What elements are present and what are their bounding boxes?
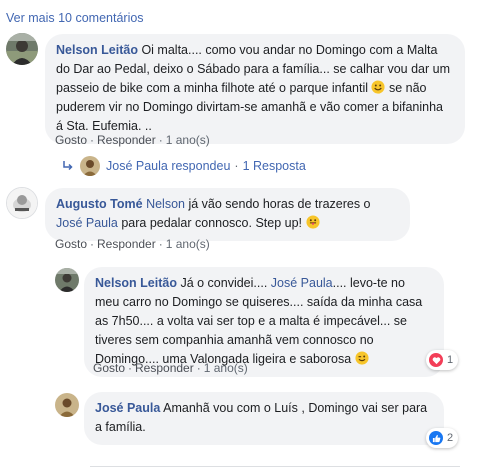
separator-dot: · xyxy=(196,361,201,375)
comment-timestamp[interactable]: 1 ano(s) xyxy=(166,237,210,251)
avatar[interactable] xyxy=(55,393,79,417)
reply-button[interactable]: Responder xyxy=(97,237,156,251)
reply-button[interactable]: Responder xyxy=(135,361,194,375)
replies-count[interactable]: 1 Resposta xyxy=(243,159,306,173)
like-button[interactable]: Gosto xyxy=(55,237,87,251)
tongue-emoji xyxy=(305,215,320,229)
like-icon xyxy=(429,431,443,445)
replies-author[interactable]: José Paula respondeu xyxy=(106,159,230,173)
avatar-photo-icon xyxy=(7,188,37,218)
avatar[interactable] xyxy=(6,33,38,65)
avatar-photo-icon xyxy=(6,33,38,65)
reaction-count[interactable]: 2 xyxy=(426,428,459,448)
separator-dot: · xyxy=(90,237,95,251)
separator-dot: · xyxy=(234,159,239,173)
divider xyxy=(90,466,460,467)
reply-button[interactable]: Responder xyxy=(97,133,156,147)
avatar xyxy=(80,156,100,176)
wink-emoji xyxy=(355,351,369,365)
avatar-photo-icon xyxy=(55,393,79,417)
comment-bubble: Augusto Tomé Nelson já vão sendo horas d… xyxy=(45,188,410,241)
reaction-count[interactable]: 1 xyxy=(426,350,459,370)
comment-text-cont: para pedalar connosco. Step up! xyxy=(117,216,306,230)
comment-timestamp[interactable]: 1 ano(s) xyxy=(204,361,248,375)
smile-emoji xyxy=(371,80,386,94)
like-button[interactable]: Gosto xyxy=(93,361,125,375)
like-button[interactable]: Gosto xyxy=(55,133,87,147)
mention-link[interactable]: José Paula xyxy=(56,216,118,230)
view-replies-link[interactable]: José Paula respondeu · 1 Resposta xyxy=(62,156,306,176)
reaction-number: 2 xyxy=(447,432,454,444)
comment-timestamp[interactable]: 1 ano(s) xyxy=(166,133,210,147)
separator-dot: · xyxy=(128,361,133,375)
mention-link[interactable]: Nelson xyxy=(146,197,185,211)
reply-arrow-icon xyxy=(63,161,73,171)
comment-actions: Gosto · Responder · 1 ano(s) xyxy=(55,133,210,147)
comment-bubble: Nelson Leitão Oi malta.... como vou anda… xyxy=(45,34,465,144)
comment-author[interactable]: Augusto Tomé xyxy=(56,197,143,211)
avatar[interactable] xyxy=(55,268,79,292)
separator-dot: · xyxy=(158,133,163,147)
separator-dot: · xyxy=(90,133,95,147)
comment-actions: Gosto · Responder · 1 ano(s) xyxy=(93,361,248,375)
comment-actions: Gosto · Responder · 1 ano(s) xyxy=(55,237,210,251)
avatar[interactable] xyxy=(6,187,38,219)
comment-bubble: José Paula Amanhã vou com o Luís , Domin… xyxy=(84,392,444,445)
comment-author[interactable]: Nelson Leitão xyxy=(56,43,138,57)
avatar-photo-icon xyxy=(80,156,100,176)
comment-text: já vão sendo horas de trazeres o xyxy=(184,197,371,211)
separator-dot: · xyxy=(158,237,163,251)
view-more-comments-link[interactable]: Ver mais 10 comentários xyxy=(6,11,144,25)
comment-author[interactable]: Nelson Leitão xyxy=(95,276,177,290)
comment-author[interactable]: José Paula xyxy=(95,401,160,415)
avatar-photo-icon xyxy=(55,268,79,292)
comment-text: Já o convidei.... xyxy=(176,276,271,290)
mention-link[interactable]: José Paula xyxy=(271,276,333,290)
reaction-number: 1 xyxy=(447,354,454,366)
love-icon xyxy=(429,353,443,367)
